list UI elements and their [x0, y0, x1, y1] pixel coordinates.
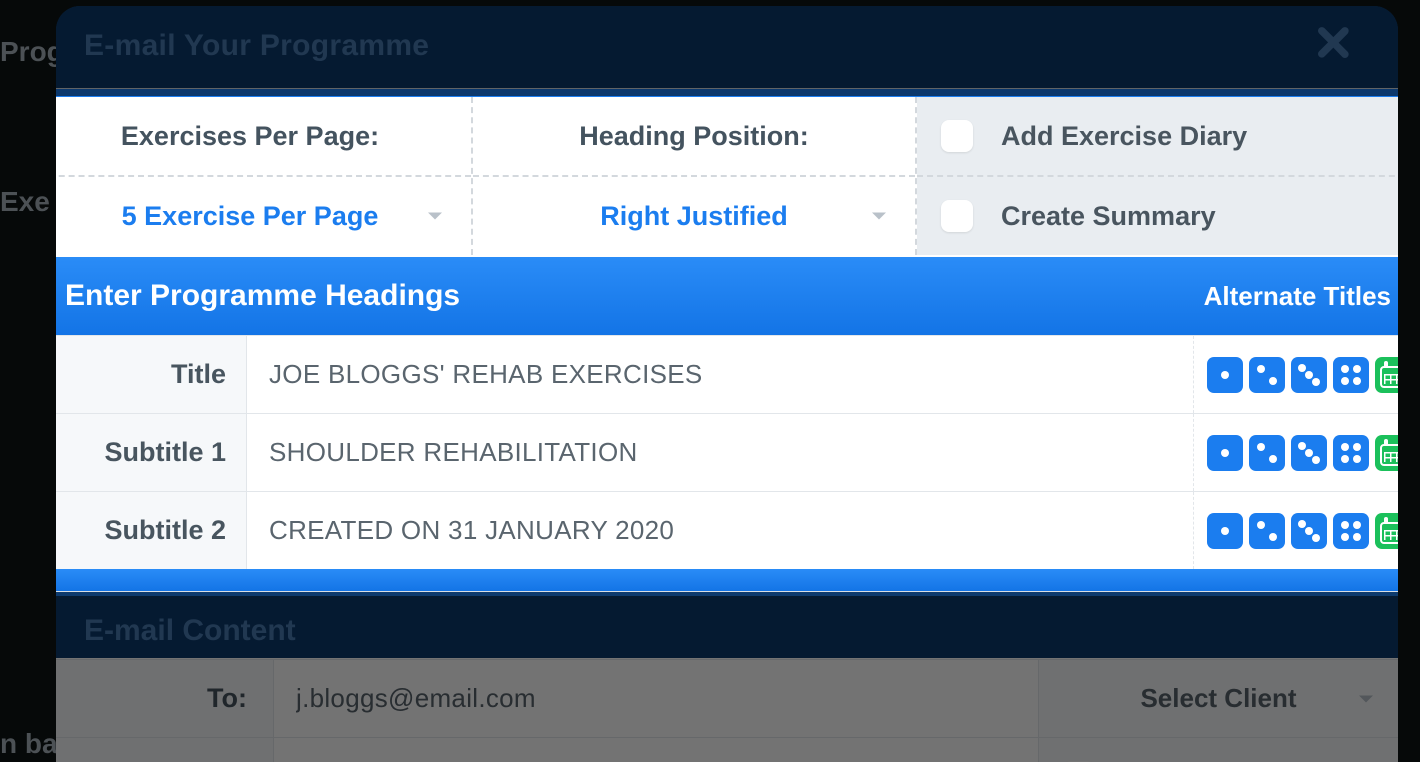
email-programme-modal: E-mail Your Programme Exercises Per Page…	[56, 6, 1398, 762]
heading-row-label: Title	[56, 336, 247, 413]
heading-row-label: Subtitle 1	[56, 414, 247, 491]
subtitle1-input[interactable]	[269, 437, 1171, 468]
dice-3-icon[interactable]	[1291, 435, 1327, 471]
subtitle2-quick-icons	[1193, 492, 1398, 569]
dice-1-icon[interactable]	[1207, 435, 1243, 471]
cc-yourself-option[interactable]: CC Yourself	[1038, 738, 1398, 762]
dice-2-icon[interactable]	[1249, 513, 1285, 549]
dice-3-icon[interactable]	[1291, 357, 1327, 393]
email-to-label: To:	[56, 660, 274, 737]
dice-1-icon[interactable]	[1207, 513, 1243, 549]
heading-row-label: Subtitle 2	[56, 492, 247, 569]
options-grid: Exercises Per Page: 5 Exercise Per Page …	[56, 89, 1398, 257]
close-icon[interactable]	[1314, 24, 1358, 68]
dice-3-icon[interactable]	[1291, 513, 1327, 549]
exercises-per-page-value: 5 Exercise Per Page	[122, 201, 379, 232]
email-content-heading: E-mail Content	[56, 598, 1398, 658]
calendar-icon[interactable]	[1375, 513, 1398, 549]
calendar-icon[interactable]	[1375, 357, 1398, 393]
headings-title: Enter Programme Headings	[65, 279, 460, 313]
email-to-row: To: Select Client	[56, 659, 1398, 737]
heading-row-title: Title	[56, 335, 1398, 413]
heading-row-subtitle2: Subtitle 2	[56, 491, 1398, 569]
bg-label-prog: Prog	[0, 36, 64, 68]
exercises-per-page-select[interactable]: 5 Exercise Per Page	[56, 177, 471, 255]
add-exercise-diary-option[interactable]: Add Exercise Diary	[917, 97, 1398, 177]
dice-4-icon[interactable]	[1333, 435, 1369, 471]
select-client-dropdown[interactable]: Select Client	[1038, 660, 1398, 737]
email-from-label: F	[56, 738, 274, 762]
chevron-down-icon	[1352, 685, 1380, 713]
dice-1-icon[interactable]	[1207, 357, 1243, 393]
heading-position-value: Right Justified	[600, 201, 788, 232]
dice-4-icon[interactable]	[1333, 357, 1369, 393]
checkbox-icon[interactable]	[941, 200, 973, 232]
create-summary-option[interactable]: Create Summary	[917, 177, 1398, 255]
modal-header: E-mail Your Programme	[56, 6, 1398, 82]
dice-2-icon[interactable]	[1249, 357, 1285, 393]
programme-options-card: Exercises Per Page: 5 Exercise Per Page …	[56, 88, 1398, 592]
exercises-per-page-label: Exercises Per Page:	[56, 97, 471, 177]
subtitle1-quick-icons	[1193, 414, 1398, 491]
add-exercise-diary-label: Add Exercise Diary	[1001, 121, 1247, 152]
chevron-down-icon	[865, 202, 893, 230]
modal-title: E-mail Your Programme	[84, 29, 429, 63]
heading-position-label: Heading Position:	[473, 97, 915, 177]
headings-section-header: Enter Programme Headings Alternate Title…	[56, 257, 1398, 335]
select-client-label: Select Client	[1140, 683, 1296, 714]
calendar-icon[interactable]	[1375, 435, 1398, 471]
headings-rows: Title Subtitle 1	[56, 335, 1398, 569]
title-input[interactable]	[269, 359, 1171, 390]
checkbox-icon[interactable]	[941, 120, 973, 152]
section-divider	[56, 569, 1398, 591]
bg-label-exe: Exe	[0, 186, 50, 218]
email-content-section: E-mail Content To: Select Client F CC Yo…	[56, 598, 1398, 762]
email-cc-row: F CC Yourself	[56, 737, 1398, 762]
subtitle2-input[interactable]	[269, 515, 1171, 546]
chevron-down-icon	[421, 202, 449, 230]
heading-row-subtitle1: Subtitle 1	[56, 413, 1398, 491]
alternate-titles-link[interactable]: Alternate Titles	[1204, 281, 1391, 312]
create-summary-label: Create Summary	[1001, 201, 1216, 232]
dice-4-icon[interactable]	[1333, 513, 1369, 549]
title-quick-icons	[1193, 336, 1398, 413]
heading-position-select[interactable]: Right Justified	[473, 177, 915, 255]
dice-2-icon[interactable]	[1249, 435, 1285, 471]
email-to-input[interactable]	[296, 683, 1016, 714]
